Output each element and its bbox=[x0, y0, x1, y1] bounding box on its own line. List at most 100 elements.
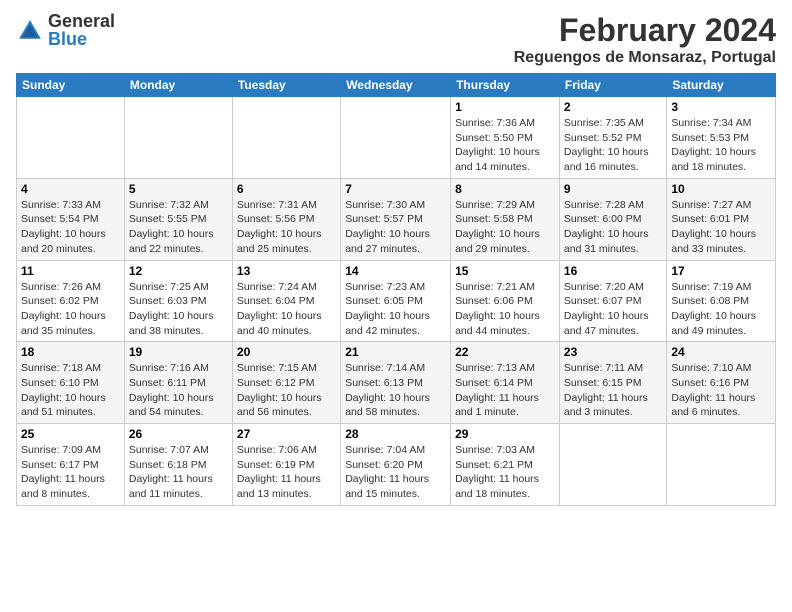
calendar-cell: 10 Sunrise: 7:27 AM Sunset: 6:01 PM Dayli… bbox=[667, 178, 776, 260]
calendar-header-row: Sunday Monday Tuesday Wednesday Thursday… bbox=[17, 74, 776, 97]
day-info: Sunrise: 7:23 AM Sunset: 6:05 PM Dayligh… bbox=[345, 280, 446, 339]
day-info: Sunrise: 7:26 AM Sunset: 6:02 PM Dayligh… bbox=[21, 280, 120, 339]
day-info: Sunrise: 7:36 AM Sunset: 5:50 PM Dayligh… bbox=[455, 116, 555, 175]
calendar-cell: 26 Sunrise: 7:07 AM Sunset: 6:18 PM Dayli… bbox=[124, 424, 232, 506]
subtitle: Reguengos de Monsaraz, Portugal bbox=[514, 49, 776, 67]
day-number: 8 bbox=[455, 182, 555, 196]
day-number: 10 bbox=[671, 182, 771, 196]
day-number: 1 bbox=[455, 100, 555, 114]
calendar-cell: 4 Sunrise: 7:33 AM Sunset: 5:54 PM Daylig… bbox=[17, 178, 125, 260]
calendar-cell: 7 Sunrise: 7:30 AM Sunset: 5:57 PM Daylig… bbox=[341, 178, 451, 260]
calendar-week-1: 1 Sunrise: 7:36 AM Sunset: 5:50 PM Daylig… bbox=[17, 97, 776, 179]
day-info: Sunrise: 7:06 AM Sunset: 6:19 PM Dayligh… bbox=[237, 443, 336, 502]
calendar-cell: 22Sunrise: 7:13 AM Sunset: 6:14 PM Dayli… bbox=[451, 342, 560, 424]
day-info: Sunrise: 7:15 AM Sunset: 6:12 PM Dayligh… bbox=[237, 361, 336, 420]
day-info: Sunrise: 7:33 AM Sunset: 5:54 PM Dayligh… bbox=[21, 198, 120, 257]
day-info: Sunrise: 7:07 AM Sunset: 6:18 PM Dayligh… bbox=[129, 443, 228, 502]
calendar-cell: 6Sunrise: 7:31 AM Sunset: 5:56 PM Daylig… bbox=[232, 178, 340, 260]
day-number: 3 bbox=[671, 100, 771, 114]
calendar-cell: 24 Sunrise: 7:10 AM Sunset: 6:16 PM Dayli… bbox=[667, 342, 776, 424]
day-info: Sunrise: 7:14 AM Sunset: 6:13 PM Dayligh… bbox=[345, 361, 446, 420]
logo-icon bbox=[16, 17, 44, 45]
day-info: Sunrise: 7:32 AM Sunset: 5:55 PM Dayligh… bbox=[129, 198, 228, 257]
calendar-week-4: 18 Sunrise: 7:18 AM Sunset: 6:10 PM Dayli… bbox=[17, 342, 776, 424]
calendar-cell: 29 Sunrise: 7:03 AM Sunset: 6:21 PM Dayli… bbox=[451, 424, 560, 506]
day-info: Sunrise: 7:03 AM Sunset: 6:21 PM Dayligh… bbox=[455, 443, 555, 502]
title-block: February 2024 Reguengos de Monsaraz, Por… bbox=[514, 12, 776, 67]
calendar-week-2: 4 Sunrise: 7:33 AM Sunset: 5:54 PM Daylig… bbox=[17, 178, 776, 260]
day-info: Sunrise: 7:10 AM Sunset: 6:16 PM Dayligh… bbox=[671, 361, 771, 420]
calendar-cell: 5 Sunrise: 7:32 AM Sunset: 5:55 PM Daylig… bbox=[124, 178, 232, 260]
calendar-cell: 8 Sunrise: 7:29 AM Sunset: 5:58 PM Daylig… bbox=[451, 178, 560, 260]
calendar-body: 1 Sunrise: 7:36 AM Sunset: 5:50 PM Daylig… bbox=[17, 97, 776, 506]
day-info: Sunrise: 7:27 AM Sunset: 6:01 PM Dayligh… bbox=[671, 198, 771, 257]
calendar-cell: 17Sunrise: 7:19 AM Sunset: 6:08 PM Dayli… bbox=[667, 260, 776, 342]
day-number: 26 bbox=[129, 427, 228, 441]
day-info: Sunrise: 7:29 AM Sunset: 5:58 PM Dayligh… bbox=[455, 198, 555, 257]
calendar-cell bbox=[17, 97, 125, 179]
day-number: 13 bbox=[237, 264, 336, 278]
day-number: 4 bbox=[21, 182, 120, 196]
day-number: 22 bbox=[455, 345, 555, 359]
main-title: February 2024 bbox=[514, 12, 776, 49]
day-info: Sunrise: 7:21 AM Sunset: 6:06 PM Dayligh… bbox=[455, 280, 555, 339]
calendar-cell: 11Sunrise: 7:26 AM Sunset: 6:02 PM Dayli… bbox=[17, 260, 125, 342]
day-number: 19 bbox=[129, 345, 228, 359]
calendar-cell: 23 Sunrise: 7:11 AM Sunset: 6:15 PM Dayli… bbox=[559, 342, 666, 424]
day-number: 12 bbox=[129, 264, 228, 278]
calendar-cell bbox=[667, 424, 776, 506]
day-number: 28 bbox=[345, 427, 446, 441]
day-number: 21 bbox=[345, 345, 446, 359]
calendar-week-5: 25 Sunrise: 7:09 AM Sunset: 6:17 PM Dayli… bbox=[17, 424, 776, 506]
calendar-cell: 9 Sunrise: 7:28 AM Sunset: 6:00 PM Daylig… bbox=[559, 178, 666, 260]
calendar-cell bbox=[341, 97, 451, 179]
calendar-cell: 25 Sunrise: 7:09 AM Sunset: 6:17 PM Dayli… bbox=[17, 424, 125, 506]
day-number: 15 bbox=[455, 264, 555, 278]
day-number: 7 bbox=[345, 182, 446, 196]
day-number: 9 bbox=[564, 182, 662, 196]
calendar-cell: 13Sunrise: 7:24 AM Sunset: 6:04 PM Dayli… bbox=[232, 260, 340, 342]
header-monday: Monday bbox=[124, 74, 232, 97]
day-number: 5 bbox=[129, 182, 228, 196]
header-wednesday: Wednesday bbox=[341, 74, 451, 97]
header-thursday: Thursday bbox=[451, 74, 560, 97]
day-info: Sunrise: 7:30 AM Sunset: 5:57 PM Dayligh… bbox=[345, 198, 446, 257]
day-number: 29 bbox=[455, 427, 555, 441]
calendar-cell: 3Sunrise: 7:34 AM Sunset: 5:53 PM Daylig… bbox=[667, 97, 776, 179]
header-sunday: Sunday bbox=[17, 74, 125, 97]
calendar-cell: 14Sunrise: 7:23 AM Sunset: 6:05 PM Dayli… bbox=[341, 260, 451, 342]
calendar-cell: 16Sunrise: 7:20 AM Sunset: 6:07 PM Dayli… bbox=[559, 260, 666, 342]
day-number: 24 bbox=[671, 345, 771, 359]
day-info: Sunrise: 7:28 AM Sunset: 6:00 PM Dayligh… bbox=[564, 198, 662, 257]
calendar-cell: 19 Sunrise: 7:16 AM Sunset: 6:11 PM Dayli… bbox=[124, 342, 232, 424]
day-info: Sunrise: 7:09 AM Sunset: 6:17 PM Dayligh… bbox=[21, 443, 120, 502]
day-info: Sunrise: 7:25 AM Sunset: 6:03 PM Dayligh… bbox=[129, 280, 228, 339]
header: General Blue February 2024 Reguengos de … bbox=[16, 12, 776, 67]
day-number: 23 bbox=[564, 345, 662, 359]
calendar-cell: 12 Sunrise: 7:25 AM Sunset: 6:03 PM Dayli… bbox=[124, 260, 232, 342]
day-info: Sunrise: 7:31 AM Sunset: 5:56 PM Dayligh… bbox=[237, 198, 336, 257]
header-friday: Friday bbox=[559, 74, 666, 97]
day-number: 20 bbox=[237, 345, 336, 359]
day-info: Sunrise: 7:11 AM Sunset: 6:15 PM Dayligh… bbox=[564, 361, 662, 420]
day-number: 2 bbox=[564, 100, 662, 114]
calendar-cell bbox=[124, 97, 232, 179]
calendar-cell bbox=[559, 424, 666, 506]
calendar-cell: 27Sunrise: 7:06 AM Sunset: 6:19 PM Dayli… bbox=[232, 424, 340, 506]
day-info: Sunrise: 7:16 AM Sunset: 6:11 PM Dayligh… bbox=[129, 361, 228, 420]
day-number: 18 bbox=[21, 345, 120, 359]
header-saturday: Saturday bbox=[667, 74, 776, 97]
calendar-cell bbox=[232, 97, 340, 179]
day-info: Sunrise: 7:35 AM Sunset: 5:52 PM Dayligh… bbox=[564, 116, 662, 175]
calendar: Sunday Monday Tuesday Wednesday Thursday… bbox=[16, 73, 776, 506]
calendar-cell: 2 Sunrise: 7:35 AM Sunset: 5:52 PM Daylig… bbox=[559, 97, 666, 179]
calendar-cell: 28 Sunrise: 7:04 AM Sunset: 6:20 PM Dayli… bbox=[341, 424, 451, 506]
day-info: Sunrise: 7:04 AM Sunset: 6:20 PM Dayligh… bbox=[345, 443, 446, 502]
day-info: Sunrise: 7:18 AM Sunset: 6:10 PM Dayligh… bbox=[21, 361, 120, 420]
header-tuesday: Tuesday bbox=[232, 74, 340, 97]
calendar-cell: 21 Sunrise: 7:14 AM Sunset: 6:13 PM Dayli… bbox=[341, 342, 451, 424]
calendar-cell: 18 Sunrise: 7:18 AM Sunset: 6:10 PM Dayli… bbox=[17, 342, 125, 424]
day-number: 25 bbox=[21, 427, 120, 441]
logo: General Blue bbox=[16, 12, 115, 50]
day-number: 16 bbox=[564, 264, 662, 278]
